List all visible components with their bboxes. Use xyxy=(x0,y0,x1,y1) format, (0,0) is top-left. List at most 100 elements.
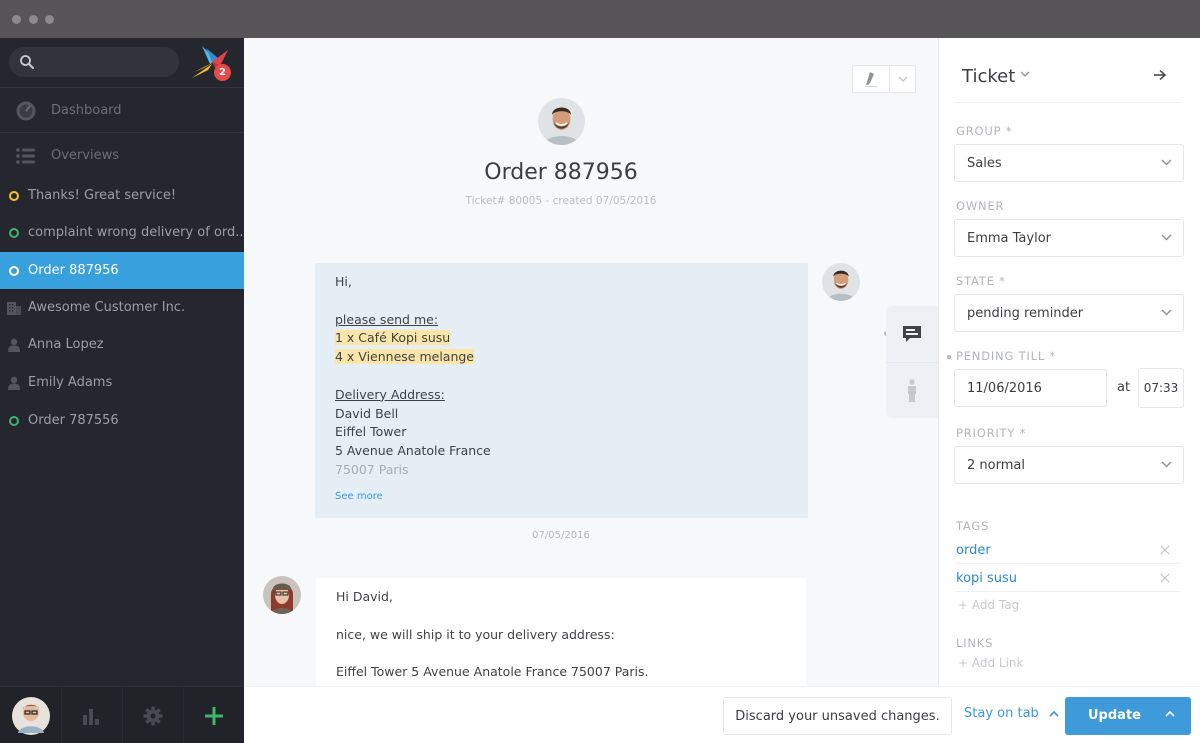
sidebar-item-ticket[interactable]: complaint wrong delivery of ord... xyxy=(0,214,248,251)
priority-select[interactable]: 2 normal xyxy=(954,446,1184,484)
article-line: please send me: xyxy=(335,311,439,327)
customer-avatar[interactable] xyxy=(538,98,585,145)
nav-label: Overviews xyxy=(51,147,119,163)
state-value: pending reminder xyxy=(967,305,1084,321)
status-ring-icon xyxy=(9,415,19,426)
article-line: Eiffel Tower xyxy=(335,424,407,440)
group-select[interactable]: Sales xyxy=(954,144,1184,182)
state-select[interactable]: pending reminder xyxy=(954,294,1184,332)
search-input[interactable] xyxy=(43,47,173,77)
discard-changes-button[interactable]: Discard your unsaved changes. xyxy=(723,697,952,735)
sidebar-item-label: Awesome Customer Inc. xyxy=(28,300,186,315)
highlighter-control xyxy=(852,65,916,93)
pending-time-input[interactable]: 07:33 xyxy=(1138,368,1184,408)
bottom-action-bar: Discard your unsaved changes. Stay on ta… xyxy=(244,686,1200,743)
article-sender-avatar[interactable] xyxy=(822,263,860,301)
owner-select[interactable]: Emma Taylor xyxy=(954,219,1184,257)
sidebar-tabs xyxy=(886,306,938,418)
add-link-link[interactable]: + Add Link xyxy=(958,656,1024,670)
article-line: Hi David, xyxy=(336,589,393,604)
sidebar-item-user[interactable]: Anna Lopez xyxy=(0,326,244,363)
search-box[interactable] xyxy=(9,47,179,77)
sidebar-footer xyxy=(0,686,244,743)
speedometer-icon xyxy=(16,101,36,121)
article-blank-line xyxy=(335,292,788,311)
chevron-down-icon xyxy=(1161,159,1172,166)
nav-overviews[interactable]: Overviews xyxy=(0,132,244,177)
person-icon xyxy=(8,376,20,390)
tag-link[interactable]: kopi susu xyxy=(956,571,1017,586)
tab-ticket[interactable] xyxy=(886,306,938,362)
group-label: GROUP * xyxy=(956,124,1013,138)
sidebar: 2 Dashboard Overviews Thanks! Great serv… xyxy=(0,38,248,743)
user-avatar xyxy=(11,696,50,735)
user-avatar-button[interactable] xyxy=(0,687,61,743)
pending-time-value: 07:33 xyxy=(1143,381,1179,395)
sidebar-item-label: Thanks! Great service! xyxy=(28,188,177,203)
sidebar-item-label: Emily Adams xyxy=(28,375,113,390)
window-minimize-button[interactable] xyxy=(29,15,38,24)
add-tag-link[interactable]: + Add Tag xyxy=(958,598,1019,612)
group-value: Sales xyxy=(967,155,1002,171)
ticket-meta: Ticket# 80005 - created 07/05/2016 xyxy=(465,195,657,207)
list-icon xyxy=(16,148,35,164)
tags-label: TAGS xyxy=(956,519,990,533)
see-more-link[interactable]: See more xyxy=(335,488,788,507)
article-line: nice, we will ship it to your delivery a… xyxy=(336,626,615,642)
links-label: LINKS xyxy=(956,636,994,650)
remove-tag-icon[interactable] xyxy=(1160,573,1170,583)
sidebar-item-ticket-active[interactable]: Order 887956 xyxy=(0,252,244,289)
highlighted-line: 4 x Viennese melange xyxy=(335,349,474,365)
search-icon xyxy=(20,55,34,69)
date-separator: 07/05/2016 xyxy=(532,530,590,541)
sidebar-item-user[interactable]: Emily Adams xyxy=(0,364,244,401)
chevron-down-icon[interactable] xyxy=(1020,71,1030,77)
update-button[interactable]: Update xyxy=(1065,697,1191,735)
sidebar-item-organization[interactable]: Awesome Customer Inc. xyxy=(0,289,244,326)
sidebar-item-label: complaint wrong delivery of ord... xyxy=(28,225,248,240)
chevron-down-icon xyxy=(898,76,908,82)
window-close-button[interactable] xyxy=(12,15,21,24)
update-label: Update xyxy=(1088,708,1141,723)
customer-avatar-image xyxy=(538,98,585,145)
window-titlebar xyxy=(0,0,1200,38)
customer-article[interactable]: Hi, please send me: 1 x Café Kopi susu 4… xyxy=(315,263,808,518)
tab-customer[interactable] xyxy=(886,362,938,418)
remove-tag-icon[interactable] xyxy=(1160,545,1170,555)
article-line: Delivery Address: xyxy=(335,386,445,402)
highlighter-dropdown[interactable] xyxy=(891,66,915,92)
new-button[interactable] xyxy=(183,687,244,743)
chevron-up-icon xyxy=(1049,710,1059,717)
pending-date-input[interactable]: 11/06/2016 xyxy=(954,369,1107,407)
ticket-main: Order 887956 Ticket# 80005 - created 07/… xyxy=(244,38,938,743)
highlighter-icon xyxy=(865,72,877,87)
settings-button[interactable] xyxy=(122,687,183,743)
highlighter-button[interactable] xyxy=(853,66,890,92)
priority-label: PRIORITY * xyxy=(956,426,1027,440)
divider xyxy=(955,102,1180,103)
building-icon xyxy=(7,301,21,315)
ticket-sidebar-panel: Ticket GROUP * Sales OWNER Emma Taylor S… xyxy=(938,38,1200,743)
reports-button[interactable] xyxy=(61,687,122,743)
panel-title[interactable]: Ticket xyxy=(962,66,1015,87)
article-blank-line xyxy=(336,607,786,626)
notification-badge[interactable]: 2 xyxy=(214,64,231,81)
sidebar-item-ticket[interactable]: Thanks! Great service! xyxy=(0,177,244,214)
owner-value: Emma Taylor xyxy=(967,230,1051,246)
sidebar-item-ticket[interactable]: Order 787556 xyxy=(0,402,244,439)
nav-dashboard[interactable]: Dashboard xyxy=(0,87,244,132)
pending-till-label: PENDING TILL * xyxy=(956,349,1057,363)
article-line: 75007 Paris xyxy=(335,461,409,477)
article-blank-line xyxy=(336,644,786,663)
article-sender-avatar[interactable] xyxy=(263,576,301,614)
article-line: 5 Avenue Anatole France xyxy=(335,443,491,459)
stay-on-tab-toggle[interactable]: Stay on tab xyxy=(964,706,1059,721)
chevron-up-icon[interactable] xyxy=(1165,711,1175,717)
window-maximize-button[interactable] xyxy=(45,15,54,24)
tag-link[interactable]: order xyxy=(956,543,991,558)
arrow-right-icon[interactable] xyxy=(1153,69,1167,81)
state-label: STATE * xyxy=(956,274,1006,288)
status-ring-icon xyxy=(9,190,19,201)
at-label: at xyxy=(1117,380,1131,395)
person-icon xyxy=(908,378,916,402)
